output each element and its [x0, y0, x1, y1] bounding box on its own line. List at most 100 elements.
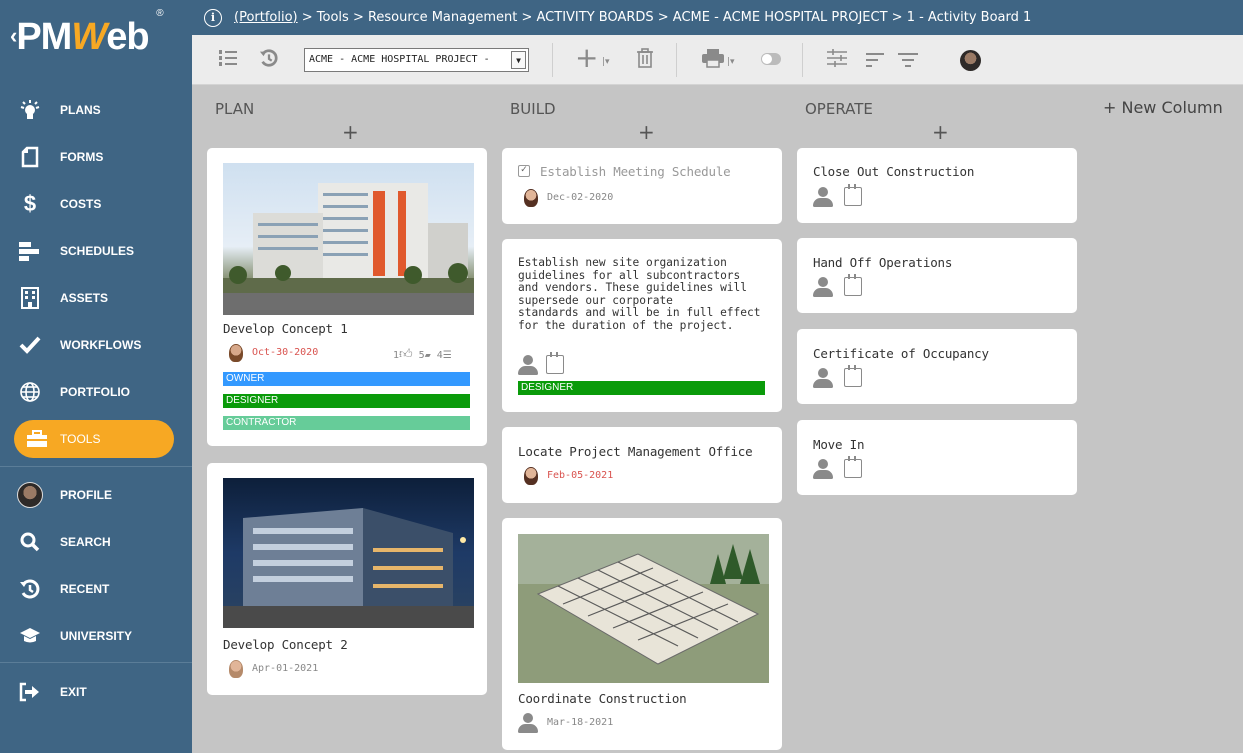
- card-stats: 1👍︎ 5▰ 4☰: [393, 347, 452, 362]
- assignee-avatar: [524, 467, 538, 485]
- numbered-list-icon[interactable]: [219, 48, 237, 73]
- user-avatar[interactable]: [960, 50, 981, 71]
- sidebar-divider: [0, 466, 192, 467]
- building-icon: [0, 287, 60, 309]
- toggle-switch[interactable]: [761, 53, 781, 65]
- tag-owner: OWNER: [223, 372, 470, 386]
- card-title[interactable]: Move In: [813, 437, 864, 452]
- calendar-icon[interactable]: [844, 184, 862, 206]
- add-card-button[interactable]: +: [342, 120, 359, 144]
- sidebar-item-label: COSTS: [60, 197, 102, 211]
- due-date: Feb-05-2021: [547, 470, 614, 481]
- trash-icon[interactable]: [637, 48, 653, 73]
- card-title[interactable]: Certificate of Occupancy: [813, 346, 989, 361]
- comment-icon[interactable]: ▰: [425, 350, 431, 361]
- sort-icon[interactable]: [866, 48, 884, 72]
- chevron-down-icon[interactable]: |▾: [602, 50, 610, 74]
- sidebar-item-plans[interactable]: PLANS: [0, 90, 192, 130]
- person-icon[interactable]: [813, 187, 833, 207]
- activity-card[interactable]: Develop Concept 1 Oct-30-2020 1👍︎ 5▰ 4☰ …: [207, 148, 487, 446]
- new-column-button[interactable]: + New Column: [1103, 98, 1223, 117]
- sidebar-item-forms[interactable]: FORMS: [0, 137, 192, 177]
- sidebar-item-recent[interactable]: RECENT: [0, 569, 192, 609]
- list-icon[interactable]: ☰: [443, 350, 452, 361]
- activity-card[interactable]: Coordinate Construction Mar-18-2021: [502, 518, 782, 750]
- activity-card[interactable]: ✓ Establish Meeting Schedule Dec-02-2020: [502, 148, 782, 224]
- sidebar-item-label: WORKFLOWS: [60, 338, 142, 352]
- toolbar-divider: [552, 43, 553, 77]
- card-title[interactable]: Establish Meeting Schedule: [540, 164, 731, 179]
- calendar-icon[interactable]: [844, 456, 862, 478]
- sidebar-item-university[interactable]: UNIVERSITY: [0, 616, 192, 656]
- activity-card[interactable]: Close Out Construction: [797, 148, 1077, 223]
- avatar: [17, 482, 43, 508]
- activity-card[interactable]: Locate Project Management Office Feb-05-…: [502, 427, 782, 503]
- sidebar-item-profile[interactable]: PROFILE: [0, 475, 192, 515]
- sliders-icon[interactable]: [827, 48, 847, 73]
- sidebar-item-label: FORMS: [60, 150, 104, 164]
- card-title[interactable]: Develop Concept 1: [223, 321, 348, 336]
- pmweb-logo[interactable]: ‹PMWeb ®: [10, 8, 164, 59]
- add-card-button[interactable]: +: [638, 120, 655, 144]
- calendar-icon[interactable]: [844, 274, 862, 296]
- history-icon: [0, 578, 60, 600]
- chevron-down-icon[interactable]: |▾: [727, 50, 735, 74]
- card-title[interactable]: Develop Concept 2: [223, 637, 348, 652]
- sidebar-item-search[interactable]: SEARCH: [0, 522, 192, 562]
- filter-icon[interactable]: [898, 48, 918, 72]
- activity-card[interactable]: Hand Off Operations: [797, 238, 1077, 313]
- project-select[interactable]: ACME - ACME HOSPITAL PROJECT - ▼: [304, 48, 529, 72]
- chevron-down-icon[interactable]: ▼: [511, 51, 526, 69]
- activity-card[interactable]: Move In: [797, 420, 1077, 495]
- search-icon: [0, 532, 60, 552]
- sidebar-item-label: ASSETS: [60, 291, 109, 305]
- card-title[interactable]: Locate Project Management Office: [518, 444, 753, 459]
- breadcrumb-link-portfolio[interactable]: (Portfolio): [234, 10, 298, 25]
- card-title[interactable]: Coordinate Construction: [518, 691, 687, 706]
- tag-designer: DESIGNER: [518, 381, 765, 395]
- sidebar-item-label: RECENT: [60, 582, 110, 596]
- thumbs-up-icon[interactable]: 👍︎: [399, 347, 413, 362]
- activity-card[interactable]: Certificate of Occupancy: [797, 329, 1077, 404]
- checkbox-checked-icon[interactable]: ✓: [518, 165, 530, 177]
- due-date: Mar-18-2021: [547, 717, 614, 728]
- breadcrumb-path: > Tools > Resource Management > ACTIVITY…: [297, 10, 1032, 25]
- sidebar-item-schedules[interactable]: SCHEDULES: [0, 231, 192, 271]
- info-icon[interactable]: i: [204, 8, 222, 27]
- card-title[interactable]: Hand Off Operations: [813, 255, 952, 270]
- form-icon: [0, 146, 60, 168]
- lightbulb-icon: [0, 99, 60, 121]
- history-icon[interactable]: [259, 48, 279, 73]
- activity-card[interactable]: Establish new site organization guidelin…: [502, 239, 782, 412]
- sidebar-item-assets[interactable]: ASSETS: [0, 278, 192, 318]
- add-icon[interactable]: +: [575, 44, 598, 72]
- sidebar-divider: [0, 662, 192, 663]
- assignee-avatar: [524, 189, 538, 207]
- card-title[interactable]: Close Out Construction: [813, 164, 974, 179]
- sidebar-item-label: TOOLS: [60, 432, 101, 446]
- person-icon[interactable]: [813, 368, 833, 388]
- sidebar-item-label: PORTFOLIO: [60, 385, 130, 399]
- person-icon[interactable]: [813, 277, 833, 297]
- breadcrumb: i (Portfolio) > Tools > Resource Managem…: [192, 0, 1243, 35]
- building-photo: [223, 163, 474, 315]
- person-icon[interactable]: [813, 459, 833, 479]
- sidebar-item-exit[interactable]: EXIT: [0, 672, 192, 712]
- sidebar-item-tools[interactable]: TOOLS: [14, 420, 174, 458]
- calendar-icon[interactable]: [546, 352, 564, 374]
- activity-card[interactable]: Develop Concept 2 Apr-01-2021: [207, 463, 487, 695]
- sidebar-item-costs[interactable]: $ COSTS: [0, 184, 192, 224]
- card-description[interactable]: Establish new site organization guidelin…: [518, 256, 768, 332]
- sidebar-item-label: PROFILE: [60, 488, 113, 502]
- sidebar-item-portfolio[interactable]: PORTFOLIO: [0, 372, 192, 412]
- person-icon[interactable]: [518, 355, 538, 375]
- print-icon[interactable]: [702, 48, 724, 73]
- toolbar: ACME - ACME HOSPITAL PROJECT - ▼ + |▾ |▾: [192, 35, 1243, 85]
- add-card-button[interactable]: +: [932, 120, 949, 144]
- sidebar-item-workflows[interactable]: WORKFLOWS: [0, 325, 192, 365]
- sidebar-item-label: EXIT: [60, 685, 87, 699]
- calendar-icon[interactable]: [844, 365, 862, 387]
- sidebar-item-label: SEARCH: [60, 535, 111, 549]
- person-icon[interactable]: [518, 713, 538, 733]
- exit-icon: [0, 682, 60, 702]
